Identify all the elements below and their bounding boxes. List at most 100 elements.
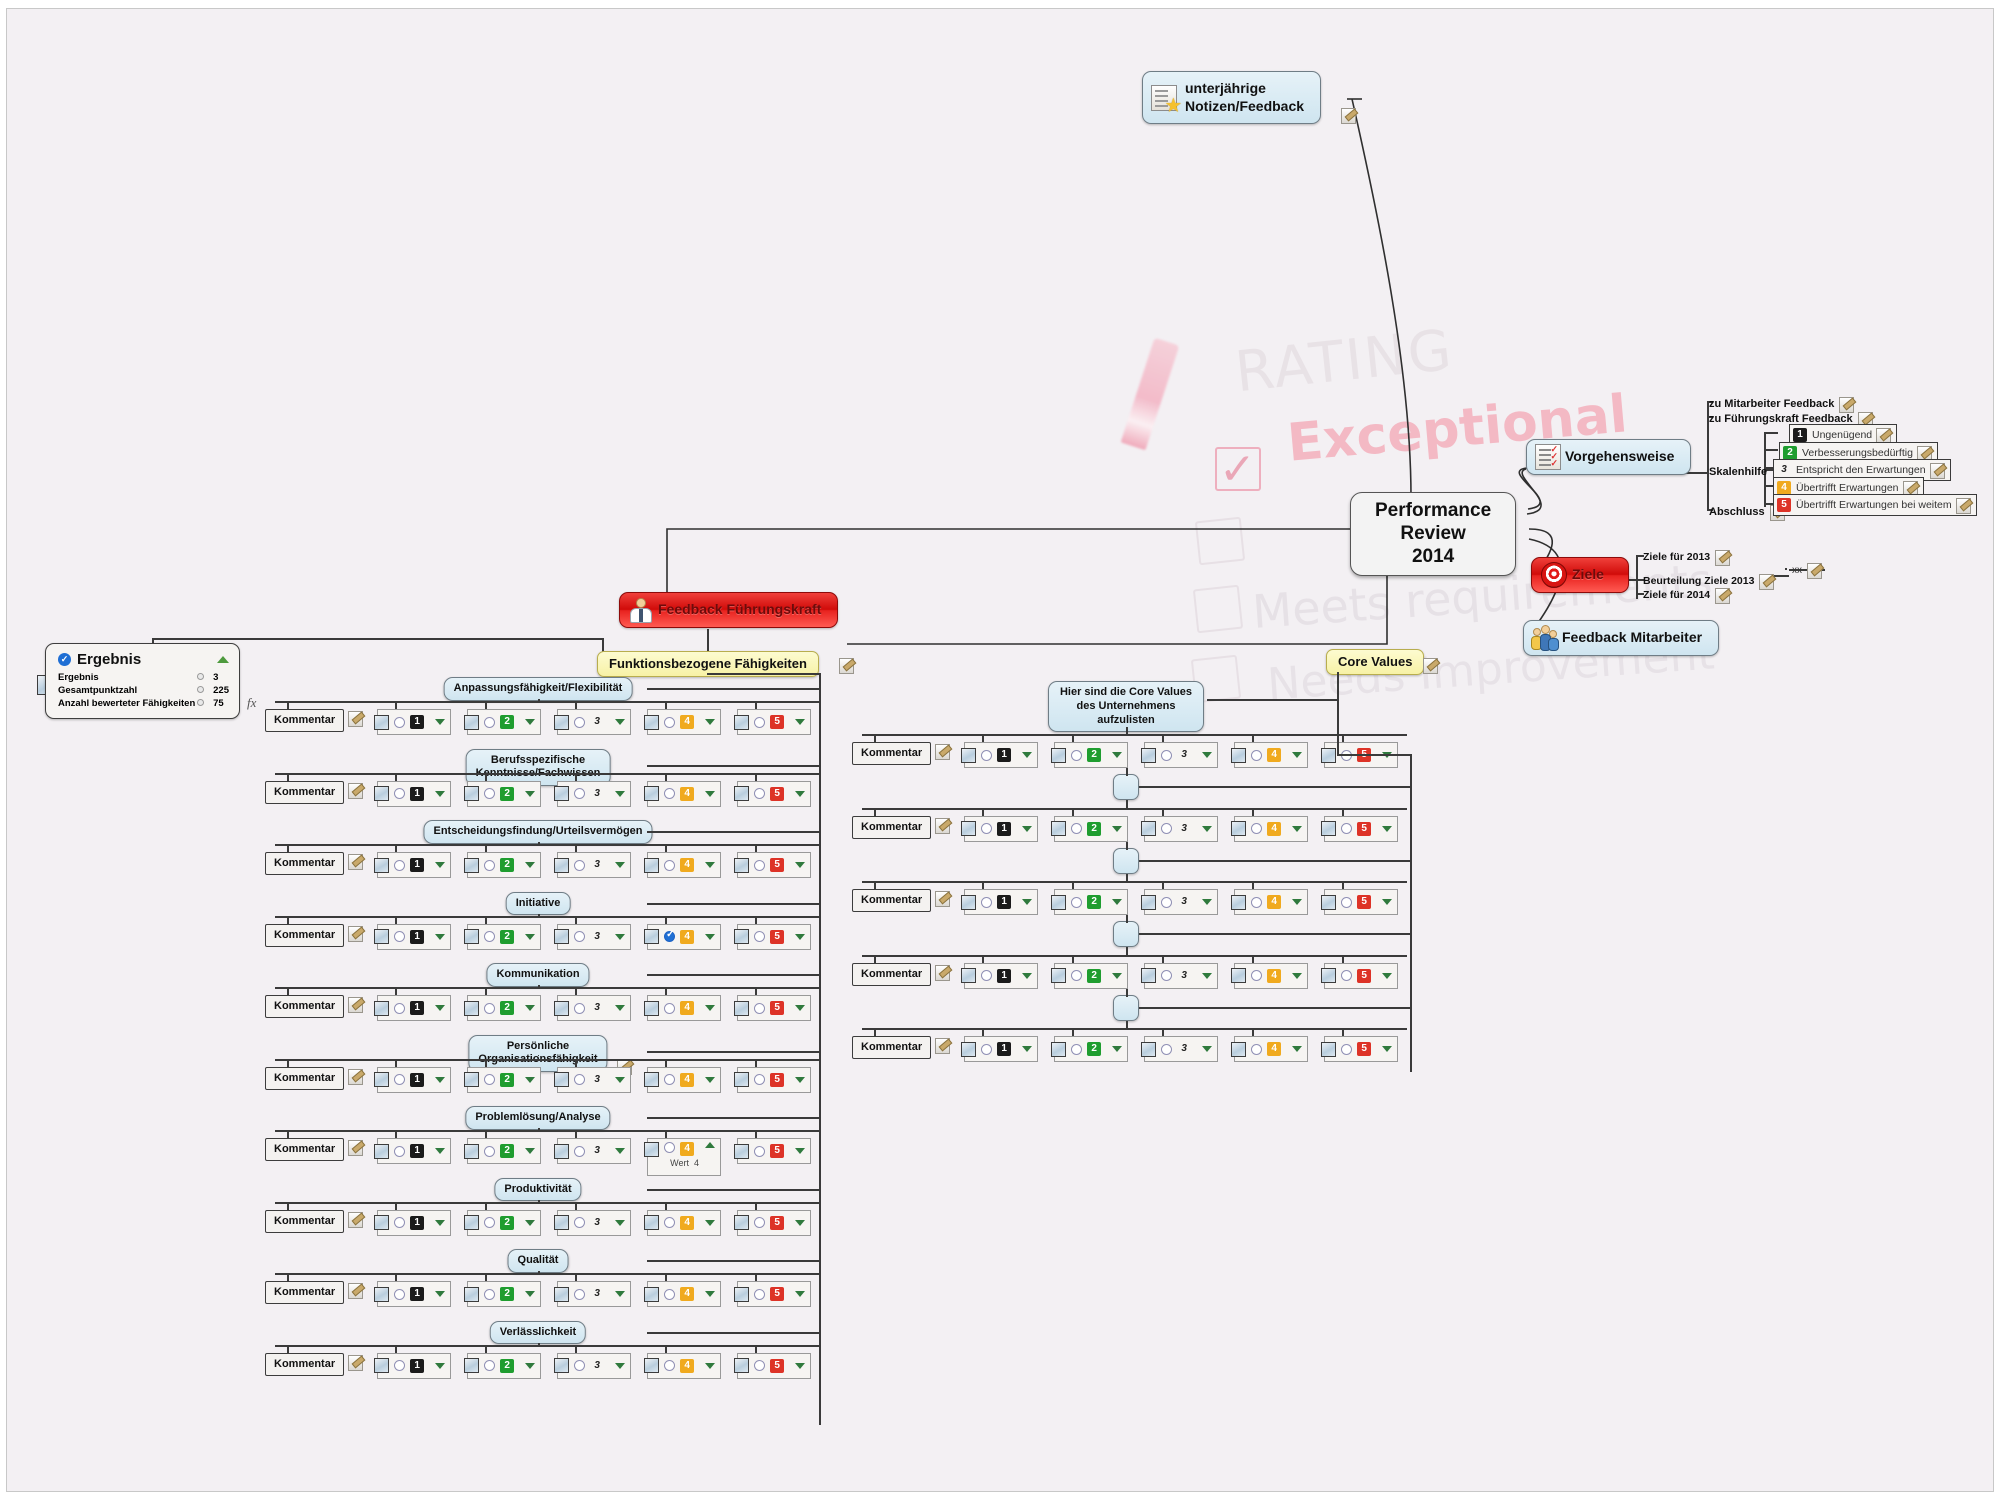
rating-radio-2[interactable] xyxy=(484,1074,495,1085)
rating-radio-2[interactable] xyxy=(1071,750,1082,761)
chevron-down-icon[interactable] xyxy=(1382,899,1392,905)
rating-cell-2[interactable]: 2 xyxy=(467,1281,541,1307)
rating-radio-2[interactable] xyxy=(484,931,495,942)
chevron-down-icon[interactable] xyxy=(705,934,715,940)
attachment-icon[interactable] xyxy=(554,929,569,944)
rating-cell-3[interactable]: 3 xyxy=(557,1210,631,1236)
rating-cell-4[interactable]: 4 xyxy=(647,1210,721,1236)
edit-icon-kommentar[interactable] xyxy=(935,818,950,834)
rating-radio-5[interactable] xyxy=(754,788,765,799)
chevron-down-icon[interactable] xyxy=(795,719,805,725)
rating-radio-4[interactable] xyxy=(664,788,675,799)
leaf-ziele-2014[interactable]: Ziele für 2014 xyxy=(1643,586,1730,604)
kommentar-box[interactable]: Kommentar xyxy=(265,1210,344,1233)
rating-cell-2[interactable]: 2 xyxy=(1054,963,1128,989)
rating-cell-4[interactable]: 4 xyxy=(647,1067,721,1093)
rating-radio-5[interactable] xyxy=(754,1146,765,1157)
rating-radio-1[interactable] xyxy=(981,823,992,834)
attachment-icon[interactable] xyxy=(374,858,389,873)
rating-radio-3[interactable] xyxy=(574,1217,585,1228)
attachment-icon[interactable] xyxy=(644,1072,659,1087)
attachment-icon[interactable] xyxy=(1321,1042,1336,1057)
rating-radio-3[interactable] xyxy=(574,931,585,942)
attachment-icon[interactable] xyxy=(1051,895,1066,910)
chevron-down-icon[interactable] xyxy=(795,1291,805,1297)
attachment-icon[interactable] xyxy=(1051,748,1066,763)
attachment-icon[interactable] xyxy=(374,786,389,801)
rating-radio-3[interactable] xyxy=(574,1289,585,1300)
attachment-icon[interactable] xyxy=(1231,821,1246,836)
rating-radio-3[interactable] xyxy=(574,1360,585,1371)
chevron-down-icon[interactable] xyxy=(705,862,715,868)
chevron-down-icon[interactable] xyxy=(795,1148,805,1154)
rating-cell-3[interactable]: 3 xyxy=(557,781,631,807)
rating-radio-3[interactable] xyxy=(1161,823,1172,834)
rating-radio-5[interactable] xyxy=(754,1360,765,1371)
rating-cell-4[interactable]: 4 xyxy=(1234,889,1308,915)
rating-radio-1[interactable] xyxy=(394,1074,405,1085)
attachment-icon[interactable] xyxy=(374,1358,389,1373)
attachment-icon[interactable] xyxy=(464,786,479,801)
rating-cell-2[interactable]: 2 xyxy=(467,924,541,950)
edit-icon[interactable] xyxy=(1807,563,1822,579)
attachment-icon[interactable] xyxy=(464,715,479,730)
rating-radio-4[interactable] xyxy=(664,1289,675,1300)
attachment-icon[interactable] xyxy=(554,715,569,730)
chevron-down-icon[interactable] xyxy=(435,791,445,797)
leaf-ziele-2013[interactable]: Ziele für 2013 xyxy=(1643,548,1730,566)
rating-cell-1[interactable]: 1 xyxy=(377,852,451,878)
rating-cell-5[interactable]: 5 xyxy=(737,1138,811,1164)
attachment-icon[interactable] xyxy=(1321,968,1336,983)
node-ziele[interactable]: Ziele xyxy=(1531,557,1629,593)
chevron-down-icon[interactable] xyxy=(615,791,625,797)
rating-cell-2[interactable]: 2 xyxy=(1054,816,1128,842)
core-value-empty-node[interactable] xyxy=(1113,848,1139,874)
rating-cell-1[interactable]: 1 xyxy=(964,889,1038,915)
rating-cell-1[interactable]: 1 xyxy=(377,1281,451,1307)
rating-cell-1[interactable]: 1 xyxy=(377,1353,451,1379)
rating-radio-4[interactable] xyxy=(664,717,675,728)
chevron-down-icon[interactable] xyxy=(1112,899,1122,905)
attachment-icon[interactable] xyxy=(374,1287,389,1302)
rating-cell-2[interactable]: 2 xyxy=(467,1138,541,1164)
chevron-down-icon[interactable] xyxy=(1382,973,1392,979)
rating-radio-3[interactable] xyxy=(1161,970,1172,981)
chevron-down-icon[interactable] xyxy=(435,1148,445,1154)
kommentar-box[interactable]: Kommentar xyxy=(852,742,931,765)
edit-icon-kommentar[interactable] xyxy=(348,1355,363,1371)
rating-radio-4[interactable] xyxy=(664,1003,675,1014)
attachment-icon[interactable] xyxy=(644,858,659,873)
chevron-down-icon[interactable] xyxy=(435,934,445,940)
attachment-icon[interactable] xyxy=(374,929,389,944)
rating-radio-2[interactable] xyxy=(484,788,495,799)
rating-cell-4[interactable]: 4 xyxy=(1234,816,1308,842)
rating-cell-1[interactable]: 1 xyxy=(377,781,451,807)
chevron-down-icon[interactable] xyxy=(1112,752,1122,758)
attachment-icon[interactable] xyxy=(734,1215,749,1230)
attachment-icon[interactable] xyxy=(374,1001,389,1016)
rating-cell-2[interactable]: 2 xyxy=(467,781,541,807)
rating-radio-3[interactable] xyxy=(1161,897,1172,908)
rating-cell-5[interactable]: 5 xyxy=(737,852,811,878)
rating-radio-1[interactable] xyxy=(981,897,992,908)
chevron-down-icon[interactable] xyxy=(795,1220,805,1226)
rating-cell-4[interactable]: 4 xyxy=(647,1281,721,1307)
rating-radio-4[interactable] xyxy=(1251,1044,1262,1055)
chevron-down-icon[interactable] xyxy=(1112,826,1122,832)
edit-icon-kommentar[interactable] xyxy=(348,997,363,1013)
chevron-down-icon[interactable] xyxy=(435,1077,445,1083)
rating-radio-2[interactable] xyxy=(1071,823,1082,834)
attachment-icon[interactable] xyxy=(1231,748,1246,763)
attachment-icon[interactable] xyxy=(1051,1042,1066,1057)
rating-radio-4[interactable] xyxy=(664,931,675,942)
rating-cell-5[interactable]: 5 xyxy=(737,1281,811,1307)
node-feedback-mitarbeiter[interactable]: Feedback Mitarbeiter xyxy=(1523,620,1719,656)
attachment-icon[interactable] xyxy=(464,1144,479,1159)
kommentar-box[interactable]: Kommentar xyxy=(265,1353,344,1376)
rating-cell-3[interactable]: 3 xyxy=(557,1138,631,1164)
chevron-down-icon[interactable] xyxy=(1022,1046,1032,1052)
rating-radio-5[interactable] xyxy=(1341,970,1352,981)
edit-icon-kommentar[interactable] xyxy=(348,1140,363,1156)
rating-radio-2[interactable] xyxy=(1071,970,1082,981)
chevron-down-icon[interactable] xyxy=(525,1005,535,1011)
